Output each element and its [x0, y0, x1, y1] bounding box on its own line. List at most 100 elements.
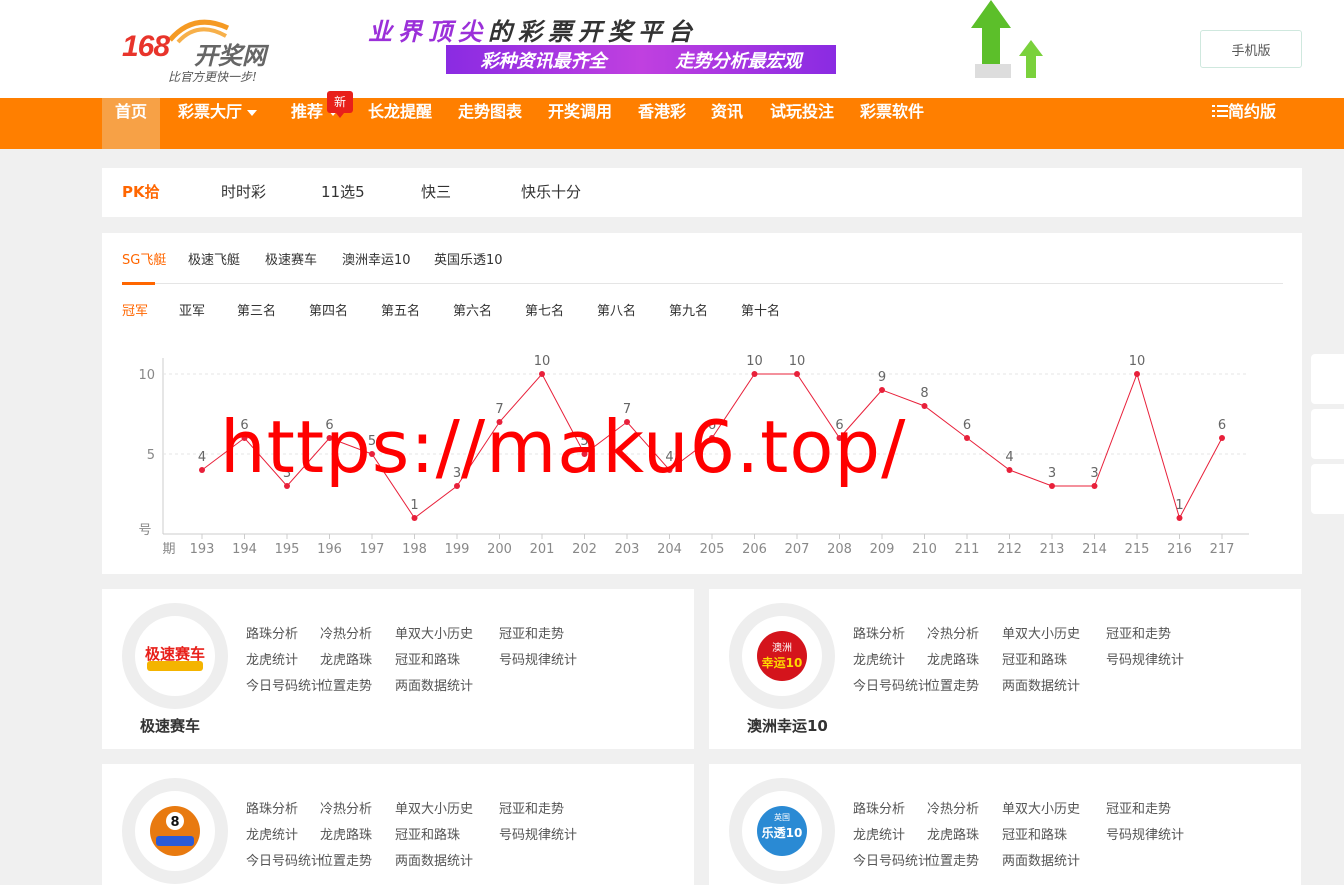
card-link[interactable]: 路珠分析 [853, 623, 905, 642]
tab-ssc[interactable]: 时时彩 [221, 168, 266, 217]
nav-hk-lottery[interactable]: 香港彩 [638, 98, 686, 149]
card-link[interactable]: 单双大小历史 [1002, 623, 1080, 642]
x-tick-label: 196 [317, 542, 342, 557]
rank-tab-10[interactable]: 第十名 [741, 300, 780, 319]
nav-trend-charts[interactable]: 走势图表 [458, 98, 522, 149]
side-float-tab-2[interactable] [1311, 409, 1344, 459]
new-badge: 新 [327, 91, 353, 118]
card-link[interactable]: 位置走势 [320, 850, 372, 869]
card-link[interactable]: 冠亚和走势 [499, 798, 564, 817]
card-link[interactable]: 单双大小历史 [395, 623, 473, 642]
game-tab-uk-lotto10[interactable]: 英国乐透10 [434, 249, 503, 268]
card-link[interactable]: 号码规律统计 [1106, 649, 1184, 668]
data-point [879, 387, 885, 393]
card-link[interactable]: 号码规律统计 [1106, 824, 1184, 843]
nav-streak-alert[interactable]: 长龙提醒 [368, 98, 432, 149]
card-link[interactable]: 位置走势 [927, 675, 979, 694]
card-link[interactable]: 冠亚和路珠 [1002, 649, 1067, 668]
card-link[interactable]: 单双大小历史 [1002, 798, 1080, 817]
nav-draw-api[interactable]: 开奖调用 [548, 98, 612, 149]
game-tab-au-lucky10[interactable]: 澳洲幸运10 [342, 249, 411, 268]
card-link[interactable]: 两面数据统计 [395, 850, 473, 869]
card-link[interactable]: 冠亚和路珠 [395, 824, 460, 843]
card-link[interactable]: 今日号码统计 [853, 675, 931, 694]
card-link[interactable]: 龙虎路珠 [927, 649, 979, 668]
card-link[interactable]: 龙虎统计 [853, 824, 905, 843]
rank-tab-9[interactable]: 第九名 [669, 300, 708, 319]
card-link[interactable]: 路珠分析 [853, 798, 905, 817]
card-link[interactable]: 冠亚和走势 [1106, 623, 1171, 642]
card-link[interactable]: 冠亚和走势 [499, 623, 564, 642]
game-tab-speed-boat[interactable]: 极速飞艇 [188, 249, 240, 268]
logo-text: 幸运10 [762, 655, 803, 670]
game-tab-sg-boat[interactable]: SG飞艇 [122, 249, 166, 268]
rank-tab-2[interactable]: 亚军 [179, 300, 205, 319]
card-link[interactable]: 龙虎统计 [853, 649, 905, 668]
speed-race-logo-icon: 极速赛车 [145, 645, 205, 671]
speed-boat-logo-icon: 8 [150, 806, 200, 856]
card-link[interactable]: 冷热分析 [927, 798, 979, 817]
tab-happy10[interactable]: 快乐十分 [521, 168, 581, 217]
card-link[interactable]: 冠亚和走势 [1106, 798, 1171, 817]
rank-tab-8[interactable]: 第八名 [597, 300, 636, 319]
tab-k3[interactable]: 快三 [421, 168, 451, 217]
x-tick-label: 213 [1040, 542, 1065, 557]
site-logo[interactable]: 168 开奖网 比官方更快一步! [122, 10, 282, 90]
game-logo[interactable]: 极速赛车 [122, 603, 228, 709]
tab-11x5[interactable]: 11选5 [321, 168, 365, 217]
card-link[interactable]: 两面数据统计 [1002, 850, 1080, 869]
nav-news[interactable]: 资讯 [711, 98, 743, 149]
logo-text: 8 [170, 815, 179, 830]
card-link[interactable]: 冠亚和路珠 [1002, 824, 1067, 843]
tab-pk10[interactable]: PK拾 [122, 168, 160, 217]
game-tab-speed-race[interactable]: 极速赛车 [265, 249, 317, 268]
game-logo[interactable]: 8 [122, 778, 228, 884]
game-logo[interactable]: 英国 乐透10 [729, 778, 835, 884]
card-link[interactable]: 位置走势 [927, 850, 979, 869]
card-link[interactable]: 龙虎路珠 [320, 824, 372, 843]
card-link[interactable]: 路珠分析 [246, 623, 298, 642]
card-link[interactable]: 今日号码统计 [853, 850, 931, 869]
card-link[interactable]: 冷热分析 [320, 798, 372, 817]
card-link[interactable]: 两面数据统计 [395, 675, 473, 694]
card-link[interactable]: 今日号码统计 [246, 675, 324, 694]
game-logo[interactable]: 澳洲 幸运10 [729, 603, 835, 709]
card-link[interactable]: 龙虎路珠 [320, 649, 372, 668]
side-float-tab-3[interactable] [1311, 464, 1344, 514]
mobile-version-button[interactable]: 手机版 [1200, 30, 1302, 68]
card-link[interactable]: 冷热分析 [320, 623, 372, 642]
nav-trial-bet[interactable]: 试玩投注 [770, 98, 834, 149]
x-tick-label: 193 [190, 542, 215, 557]
rank-tab-5[interactable]: 第五名 [381, 300, 420, 319]
x-tick-label: 207 [785, 542, 810, 557]
card-link[interactable]: 两面数据统计 [1002, 675, 1080, 694]
data-point [921, 403, 928, 409]
card-link[interactable]: 冠亚和路珠 [395, 649, 460, 668]
side-float-tab-1[interactable] [1311, 354, 1344, 404]
rank-tab-7[interactable]: 第七名 [525, 300, 564, 319]
card-link[interactable]: 号码规律统计 [499, 649, 577, 668]
data-point [539, 371, 545, 377]
card-link[interactable]: 今日号码统计 [246, 850, 324, 869]
nav-lottery-hall[interactable]: 彩票大厅 [178, 98, 258, 149]
simple-version-link[interactable]: 简约版 [1212, 98, 1276, 149]
rank-tab-3[interactable]: 第三名 [237, 300, 276, 319]
rank-tab-4[interactable]: 第四名 [309, 300, 348, 319]
data-label: 6 [1218, 418, 1226, 433]
nav-home[interactable]: 首页 [102, 98, 161, 149]
card-link[interactable]: 冷热分析 [927, 623, 979, 642]
x-tick-label: 211 [955, 542, 980, 557]
card-link[interactable]: 号码规律统计 [499, 824, 577, 843]
nav-software[interactable]: 彩票软件 [860, 98, 924, 149]
data-label: 10 [534, 354, 551, 369]
rank-tab-6[interactable]: 第六名 [453, 300, 492, 319]
card-link[interactable]: 龙虎路珠 [927, 824, 979, 843]
data-point [1176, 515, 1183, 521]
card-link[interactable]: 龙虎统计 [246, 649, 298, 668]
card-link[interactable]: 位置走势 [320, 675, 372, 694]
card-link[interactable]: 路珠分析 [246, 798, 298, 817]
card-link[interactable]: 单双大小历史 [395, 798, 473, 817]
rank-tab-1[interactable]: 冠军 [122, 300, 148, 319]
card-link[interactable]: 龙虎统计 [246, 824, 298, 843]
x-tick-label: 206 [742, 542, 767, 557]
